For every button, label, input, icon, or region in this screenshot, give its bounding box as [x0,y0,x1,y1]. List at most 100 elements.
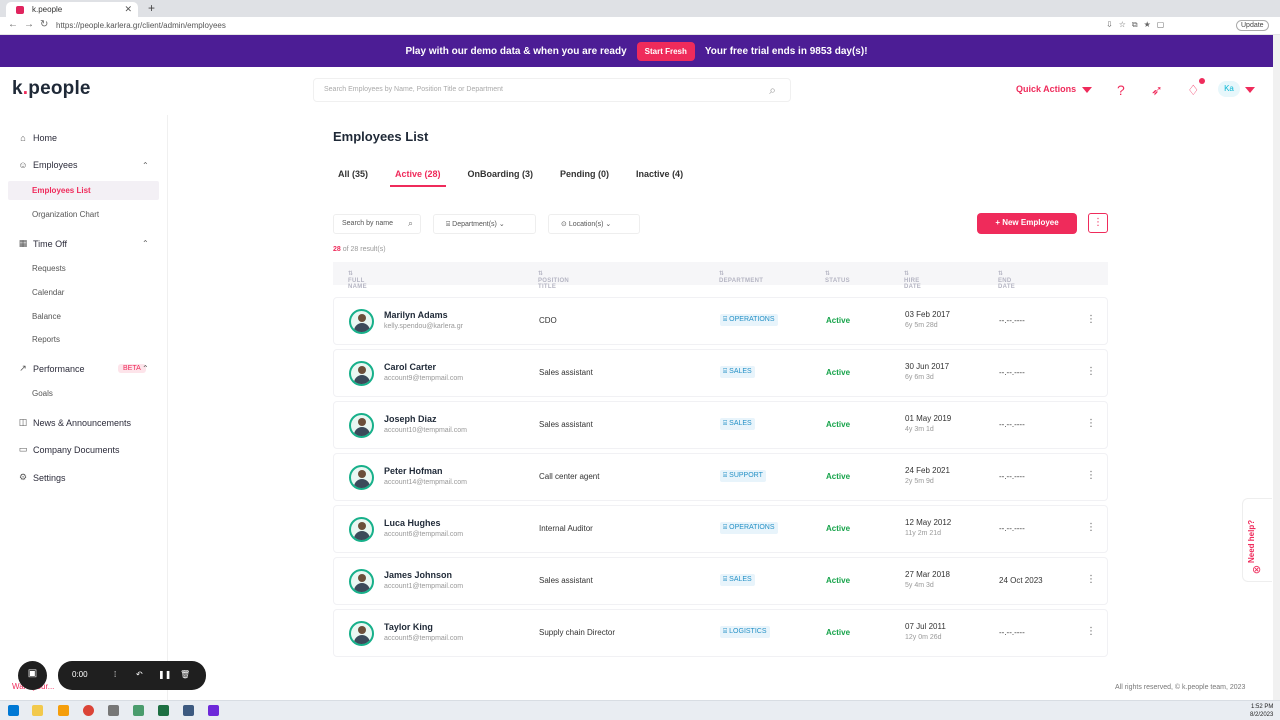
employee-avatar[interactable] [349,569,374,594]
table-row[interactable]: Marilyn Adams kelly.spendou@karlera.gr CDO… [333,297,1108,345]
employee-name[interactable]: Marilyn Adams [384,310,448,320]
sidebar-label: Home [33,133,58,143]
system-clock[interactable]: 1:52 PM 8/2/2023 [1250,703,1273,719]
search-icon[interactable]: ⌕ [769,83,776,98]
column-full-name[interactable]: FULL NAME ⇅ [348,270,367,290]
new-employee-button[interactable]: + New Employee [977,213,1077,234]
department-badge: ⌸ SALES [720,418,755,430]
column-department[interactable]: DEPARTMENT ⇅ [719,270,763,284]
employee-search-input[interactable]: Search Employees by Name, Position Title… [313,78,791,102]
sidebar-item-news[interactable]: ◫ News & Announcements [18,417,131,428]
sidebar-item-documents[interactable]: ▭ Company Documents [18,444,120,455]
table-row[interactable]: Joseph Diaz account10@tempmail.com Sales a… [333,401,1108,449]
start-icon[interactable] [8,705,19,716]
employee-name[interactable]: Peter Hofman [384,466,443,476]
row-menu-icon[interactable]: ⋮ [1086,626,1096,637]
department-filter[interactable]: ⌸ Department(s) ⌄ [433,214,536,234]
excel-icon[interactable] [158,705,169,716]
browser-tab[interactable]: k.people ✕ [6,2,138,17]
app-logo[interactable]: k.people [12,78,91,100]
sidebar-item-employees-list[interactable]: Employees List [32,186,91,195]
row-menu-icon[interactable]: ⋮ [1086,314,1096,325]
row-menu-icon[interactable]: ⋮ [1086,574,1096,585]
employee-name[interactable]: Luca Hughes [384,518,441,528]
tab-all[interactable]: All (35) [333,169,373,187]
sidebar-item-calendar[interactable]: Calendar [32,288,64,297]
sidebar-item-performance[interactable]: ↗ Performance BETA ⌃ [18,363,148,374]
employee-name[interactable]: Joseph Diaz [384,414,437,424]
start-fresh-button[interactable]: Start Fresh [636,41,695,61]
bell-icon[interactable]: ♢ [1187,82,1200,99]
camera-icon[interactable]: ▣ [18,661,47,690]
employee-name[interactable]: Carol Carter [384,362,436,372]
sidebar-item-home[interactable]: ⌂ Home [18,133,57,143]
reload-icon[interactable]: ↻ [40,19,48,30]
employee-avatar[interactable] [349,309,374,334]
app-icon[interactable] [58,705,69,716]
employee-avatar[interactable] [349,517,374,542]
sidebar-item-balance[interactable]: Balance [32,312,61,321]
rocket-icon[interactable]: ➶ [1151,82,1163,99]
user-menu-chevron-icon[interactable] [1245,87,1255,93]
sidebar-item-settings[interactable]: ⚙ Settings [18,472,66,483]
row-menu-icon[interactable]: ⋮ [1086,366,1096,377]
tab-inactive[interactable]: Inactive (4) [631,169,688,187]
end-date: --.--.---- [999,420,1025,429]
table-row[interactable]: Taylor King account5@tempmail.com Supply c… [333,609,1108,657]
user-avatar[interactable]: Ka [1218,81,1240,97]
status-tabs: All (35) Active (28) OnBoarding (3) Pend… [333,169,688,187]
sidebar-item-goals[interactable]: Goals [32,389,53,398]
browser-update-button[interactable]: Update [1236,20,1269,31]
url-field[interactable]: https://people.karlera.gr/client/admin/e… [56,19,1096,33]
more-options-icon[interactable]: ⋮ [1088,213,1108,233]
table-row[interactable]: Peter Hofman account14@tempmail.com Call c… [333,453,1108,501]
need-help-widget[interactable]: Need help? ⊗ [1242,498,1272,582]
column-hire-date[interactable]: HIRE DATE ⇅ [904,270,921,290]
tab-pending[interactable]: Pending (0) [555,169,614,187]
location-filter[interactable]: ⊙ Location(s) ⌄ [548,214,640,234]
row-menu-icon[interactable]: ⋮ [1086,522,1096,533]
table-row[interactable]: Carol Carter account9@tempmail.com Sales a… [333,349,1108,397]
chrome-icon[interactable] [83,705,94,716]
column-end-date[interactable]: END DATE ⇅ [998,270,1015,290]
row-menu-icon[interactable]: ⋮ [1086,470,1096,481]
column-position-title[interactable]: POSITION TITLE ⇅ [538,270,569,290]
settings-app-icon[interactable] [108,705,119,716]
file-explorer-icon[interactable] [32,705,43,716]
employee-avatar[interactable] [349,413,374,438]
table-row[interactable]: Luca Hughes account6@tempmail.com Internal… [333,505,1108,553]
column-status[interactable]: STATUS ⇅ [825,270,850,284]
trial-text: Your free trial ends in 9853 day(s)! [704,45,868,57]
sidebar-item-org-chart[interactable]: Organization Chart [32,210,99,219]
sidebar-item-requests[interactable]: Requests [32,264,66,273]
help-icon[interactable]: ? [1117,82,1125,98]
pause-icon[interactable]: ❚❚ [158,670,171,679]
sidebar-item-time-off[interactable]: ▦ Time Off ⌃ [18,238,149,249]
sidebar-item-employees[interactable]: ☺ Employees ⌃ [18,160,148,170]
employee-avatar[interactable] [349,621,374,646]
browser-extension-icons[interactable]: ⇩☆⧉★▢ [1106,20,1170,30]
close-tab-icon[interactable]: ✕ [124,4,132,15]
name-search-input[interactable]: Search by name ⌕ [333,214,421,234]
quick-actions-button[interactable]: Quick Actions [1016,84,1093,94]
employee-avatar[interactable] [349,361,374,386]
page-scrollbar[interactable] [1273,35,1280,700]
employee-avatar[interactable] [349,465,374,490]
sidebar-item-reports[interactable]: Reports [32,335,60,344]
new-tab-icon[interactable]: + [148,1,155,15]
department-filter-label: Department(s) [452,221,497,228]
row-menu-icon[interactable]: ⋮ [1086,418,1096,429]
tab-active[interactable]: Active (28) [390,169,446,187]
app-icon[interactable] [208,705,219,716]
tab-onboarding[interactable]: OnBoarding (3) [463,169,539,187]
undo-icon[interactable]: ↶ [136,670,143,679]
employee-name[interactable]: Taylor King [384,622,433,632]
back-icon[interactable]: ← [8,19,18,30]
table-row[interactable]: James Johnson account1@tempmail.com Sales … [333,557,1108,605]
trash-icon[interactable]: 🗑 [180,670,190,679]
drag-handle-icon[interactable]: ⁞ [114,670,116,679]
app-icon[interactable] [183,705,194,716]
forward-icon[interactable]: → [24,19,34,30]
app-icon[interactable] [133,705,144,716]
employee-name[interactable]: James Johnson [384,570,452,580]
